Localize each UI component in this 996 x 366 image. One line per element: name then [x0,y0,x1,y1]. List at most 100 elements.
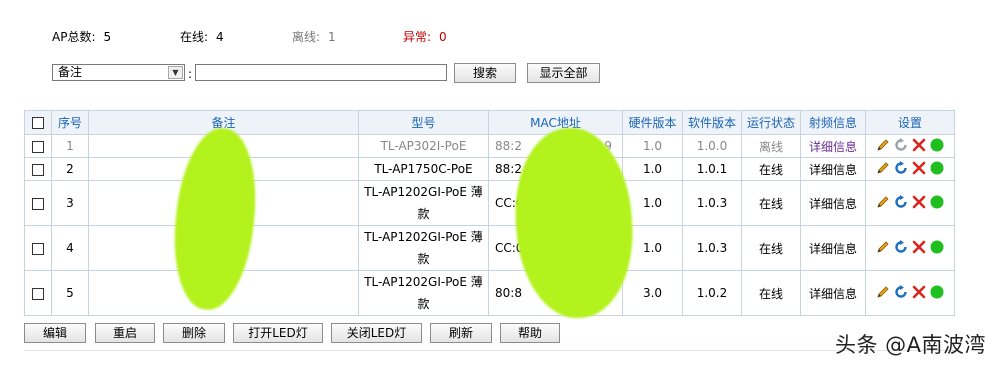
row-index: 1 [51,134,89,158]
chevron-down-icon[interactable]: ▼ [168,66,183,79]
header-mac: MAC地址 [488,110,623,135]
row-index: 2 [51,157,89,181]
row-sw-version: 1.0.0 [682,134,742,158]
row-checkbox[interactable] [32,287,44,300]
red-x-icon[interactable] [911,160,927,176]
row-status: 在线 [741,180,801,226]
row-checkbox[interactable] [32,197,44,210]
row-settings [865,134,955,158]
pencil-icon[interactable] [875,194,891,210]
search-button[interactable]: 搜索 [454,63,516,83]
row-index: 3 [51,180,89,226]
led-on-button[interactable]: 打开LED灯 [233,323,323,343]
header-model: 型号 [358,110,489,135]
watermark: 头条 @A南波湾 [834,333,986,357]
total-ap-stat: AP总数: 5 [52,28,111,45]
row-index: 4 [51,225,89,271]
row-rf-detail-link[interactable]: 详细信息 [800,225,866,271]
row-rf-detail-link[interactable]: 详细信息 [800,134,866,158]
header-sw-version: 软件版本 [682,110,742,135]
table-header-row: 序号 备注 型号 MAC地址 硬件版本 软件版本 运行状态 射频信息 设置 [24,110,955,135]
pencil-icon[interactable] [875,160,891,176]
red-x-icon[interactable] [911,194,927,210]
refresh-circle-icon[interactable] [893,137,909,153]
offline-value: 1 [328,30,336,44]
row-model: TL-AP302I-PoE [358,134,489,158]
row-checkbox[interactable] [32,163,44,176]
mac-start: CC:0 [495,241,524,255]
pencil-icon[interactable] [875,284,891,300]
model-line1: TL-AP1202GI-PoE 薄 [364,275,483,289]
ap-table: 序号 备注 型号 MAC地址 硬件版本 软件版本 运行状态 射频信息 设置 1 … [24,110,955,316]
offline-stat: 离线: 1 [292,28,336,45]
online-value: 4 [216,30,224,44]
row-mac: CC:0 B [488,180,623,226]
green-dot-icon [930,161,944,174]
select-all-checkbox[interactable] [32,117,44,129]
row-rf-detail-link[interactable]: 详细信息 [800,270,866,316]
table-row: 4 TL-AP1202GI-PoE 薄款 CC:0 1.0 1.0.3 在线 详… [24,225,955,271]
help-button[interactable]: 帮助 [500,323,560,343]
model-line1: TL-AP1202GI-PoE 薄 [364,185,483,199]
mac-start: CC:0 [495,196,524,210]
abnormal-stat: 异常: 0 [403,28,447,45]
pencil-icon[interactable] [875,137,891,153]
search-input[interactable] [195,64,447,81]
row-settings [865,157,955,181]
delete-button[interactable]: 删除 [163,323,225,343]
row-sw-version: 1.0.2 [682,270,742,316]
row-mac: 88:2 4 [488,157,623,181]
header-rf-info: 射频信息 [800,110,866,135]
model-line2: 款 [417,207,430,221]
total-ap-value: 5 [103,30,112,44]
total-ap-label: AP总数: [52,30,96,44]
header-hw-version: 硬件版本 [622,110,683,135]
mac-end: 9 [604,139,612,153]
refresh-circle-icon[interactable] [893,160,909,176]
row-hw-version: 1.0 [622,180,683,226]
red-x-icon[interactable] [911,137,927,153]
search-field-select[interactable]: 备注 ▼ [52,64,185,81]
row-status: 在线 [741,270,801,316]
search-field-selected: 备注 [58,65,83,79]
row-sw-version: 1.0.3 [682,180,742,226]
row-hw-version: 1.0 [622,134,683,158]
red-x-icon[interactable] [911,239,927,255]
row-checkbox[interactable] [32,140,44,153]
row-rf-detail-link[interactable]: 详细信息 [800,157,866,181]
refresh-circle-icon[interactable] [893,194,909,210]
online-stat: 在线: 4 [180,28,224,45]
green-dot-icon [930,195,944,208]
restart-button[interactable]: 重启 [95,323,155,343]
row-model: TL-AP1202GI-PoE 薄款 [358,225,489,271]
row-mac: 80:8 6 [488,270,623,316]
row-mac: 88:2 9 [488,134,623,158]
select-all-cell[interactable] [24,110,52,135]
row-note [88,134,359,158]
row-note [88,157,359,181]
refresh-button[interactable]: 刷新 [430,323,492,343]
row-sw-version: 1.0.1 [682,157,742,181]
refresh-circle-icon[interactable] [893,239,909,255]
row-model: TL-AP1202GI-PoE 薄款 [358,180,489,226]
row-settings [865,225,955,271]
model-line1: TL-AP1202GI-PoE 薄 [364,230,483,244]
model-line1: TL-AP1750C-PoE [374,162,473,176]
table-row: 3 TL-AP1202GI-PoE 薄款 CC:0 B 1.0 1.0.3 在线 … [24,180,955,226]
mac-start: 88:2 [495,139,522,153]
row-checkbox[interactable] [32,242,44,255]
table-row: 1 TL-AP302I-PoE 88:2 9 1.0 1.0.0 离线 详细信息 [24,134,955,158]
row-sw-version: 1.0.3 [682,225,742,271]
pencil-icon[interactable] [875,239,891,255]
show-all-button[interactable]: 显示全部 [527,63,600,83]
led-off-button[interactable]: 关闭LED灯 [331,323,422,343]
row-note [88,180,359,226]
refresh-circle-icon[interactable] [893,284,909,300]
table-row: 2 TL-AP1750C-PoE 88:2 4 1.0 1.0.1 在线 详细信息 [24,157,955,181]
header-status: 运行状态 [741,110,801,135]
row-index: 5 [51,270,89,316]
model-line2: 款 [417,252,430,266]
red-x-icon[interactable] [911,284,927,300]
edit-button[interactable]: 编辑 [24,323,86,343]
row-rf-detail-link[interactable]: 详细信息 [800,180,866,226]
